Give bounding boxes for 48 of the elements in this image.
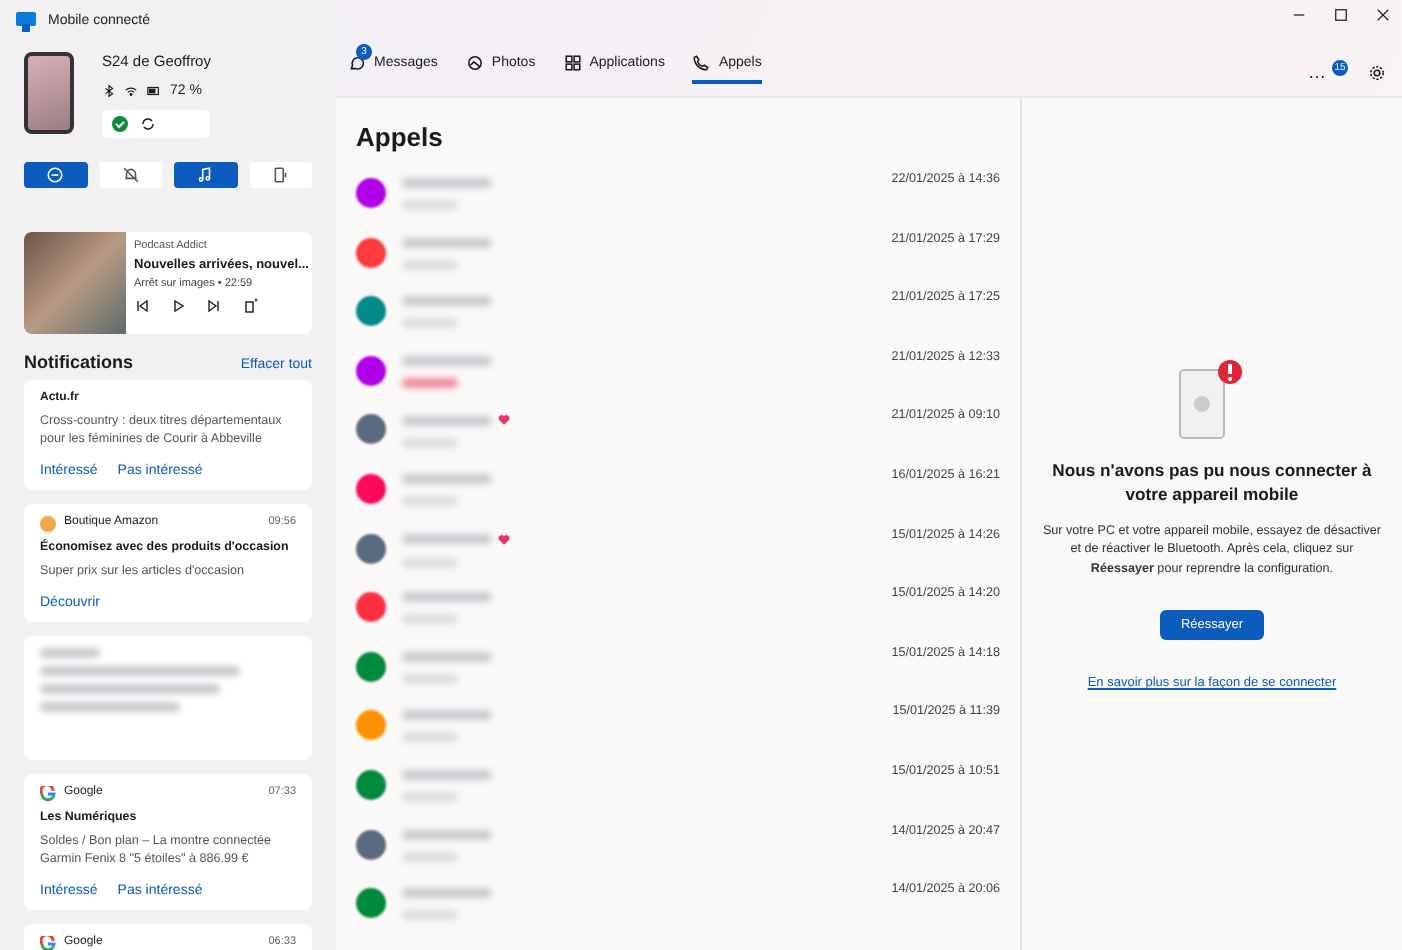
app-logo-icon: [16, 12, 36, 32]
phone-icon: [692, 54, 711, 72]
close-icon: [1376, 8, 1390, 22]
wifi-icon: [124, 83, 138, 98]
minimize-icon: [1292, 8, 1306, 22]
phone-image: [24, 52, 74, 134]
apps-icon: [563, 54, 582, 72]
google-icon: [40, 935, 56, 950]
blurred-contact-name: [402, 473, 492, 484]
calls-heading: Appels: [356, 122, 445, 152]
blurred-contact-name: [402, 534, 492, 545]
blurred-contact-name: [402, 415, 492, 426]
sync-icon: [140, 115, 156, 132]
chat-icon: [348, 54, 366, 72]
minus-circle-icon: [46, 165, 65, 184]
blurred-contact-name: [402, 769, 492, 780]
settings-icon: [1368, 64, 1386, 83]
quick-action-button[interactable]: [99, 161, 162, 188]
next-icon: [206, 297, 222, 314]
blurred-contact-name: [402, 888, 492, 899]
muted-bell-icon: [121, 165, 140, 184]
error-title: Nous n'avons pas pu nous connecter à votre appareil mobile: [1050, 457, 1374, 506]
google-icon: [40, 785, 56, 802]
blurred-contact-name: [402, 178, 492, 188]
bluetooth-icon: [102, 83, 116, 98]
quick-action-button[interactable]: [249, 161, 312, 188]
battery-icon: [146, 83, 162, 98]
notifications-heading: Notifications: [24, 351, 134, 376]
blurred-contact-name: [402, 355, 492, 366]
phone-output-icon: [242, 297, 258, 314]
blurred-contact-name: [402, 592, 492, 603]
photo-icon: [465, 54, 484, 72]
play-icon: [170, 297, 186, 314]
maximize-icon: [1334, 8, 1348, 22]
blurred-contact-name: [402, 651, 492, 662]
more-button[interactable]: …: [1306, 62, 1328, 84]
phone-speaker-icon: [271, 165, 290, 184]
previous-icon: [134, 297, 150, 314]
photo-placeholder: [24, 231, 126, 334]
music-note-icon: [196, 165, 215, 184]
quick-action-button[interactable]: [174, 161, 237, 188]
blurred-contact-name: [402, 829, 492, 840]
shopping-app-icon: [40, 515, 56, 532]
blurred-contact-name: [402, 296, 492, 307]
blurred-contact-name: [402, 237, 492, 248]
blurred-contact-name: [402, 710, 492, 721]
phone-error-icon: [1178, 357, 1246, 442]
quick-action-button[interactable]: [24, 161, 87, 188]
